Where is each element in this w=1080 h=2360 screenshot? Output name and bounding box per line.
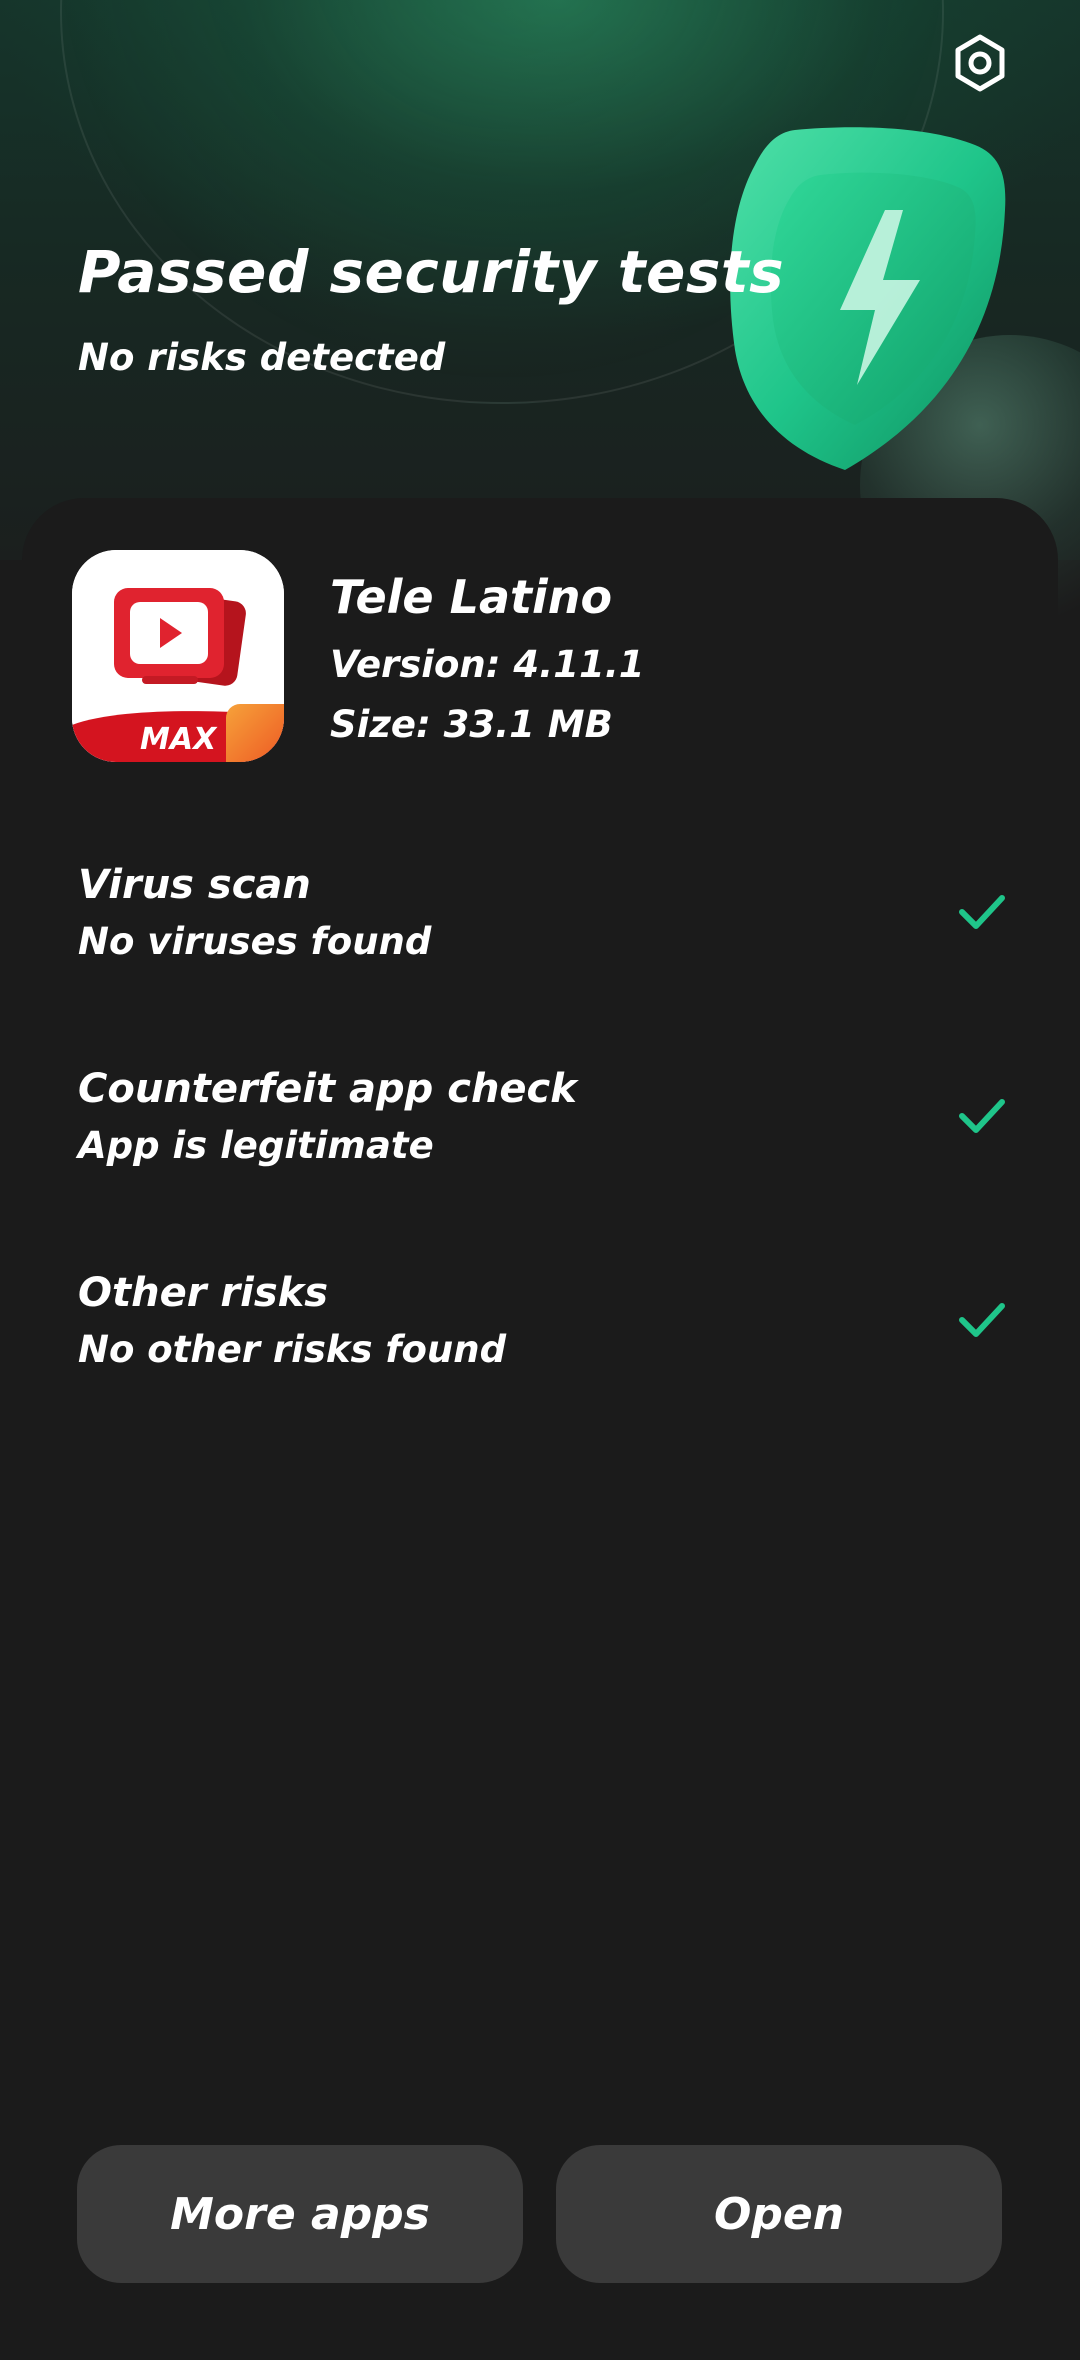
checkmark-icon [959, 1303, 1005, 1337]
app-icon-corner-badge [226, 704, 284, 762]
check-description: No viruses found [78, 920, 432, 963]
more-apps-button[interactable]: More apps [77, 2145, 523, 2283]
app-version: Version: 4.11.1 [330, 643, 645, 686]
check-item-virus-scan: Virus scan No viruses found [78, 862, 1008, 982]
check-description: App is legitimate [78, 1124, 434, 1167]
check-description: No other risks found [78, 1328, 507, 1371]
check-item-other-risks: Other risks No other risks found [78, 1270, 1008, 1390]
results-card [22, 498, 1058, 2360]
settings-hexagon-icon [955, 34, 1005, 92]
security-scan-screen: Passed security tests No risks detected … [0, 0, 1080, 2360]
app-name: Tele Latino [330, 570, 613, 624]
page-subtitle: No risks detected [78, 336, 446, 379]
check-title: Virus scan [78, 862, 311, 908]
app-icon-badge-text: MAX [140, 722, 217, 757]
check-item-counterfeit: Counterfeit app check App is legitimate [78, 1066, 1008, 1186]
open-button[interactable]: Open [556, 2145, 1002, 2283]
app-size: Size: 33.1 MB [330, 703, 613, 746]
checkmark-icon [959, 895, 1005, 929]
check-title: Counterfeit app check [78, 1066, 577, 1112]
app-icon: MAX [72, 550, 284, 762]
settings-button[interactable] [947, 30, 1013, 96]
page-title: Passed security tests [78, 238, 785, 306]
check-title: Other risks [78, 1270, 329, 1316]
checkmark-icon [959, 1099, 1005, 1133]
header-background: Passed security tests No risks detected [0, 0, 1080, 635]
